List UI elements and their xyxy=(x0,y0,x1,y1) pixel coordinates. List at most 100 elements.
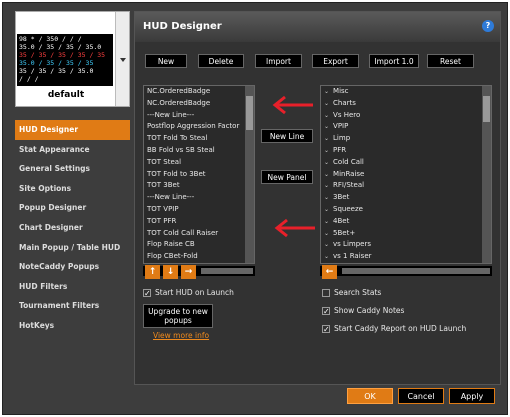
reset-button[interactable]: Reset xyxy=(427,54,474,68)
checkmark-icon: ✓ xyxy=(143,288,151,298)
chevron-down-icon[interactable]: ⌄ xyxy=(324,123,329,130)
list-item[interactable]: ---New Line--- xyxy=(144,110,254,122)
profile-selector[interactable]: 98 * / 350 / / /35.0 / 35 / 35 / 35.0 35 … xyxy=(15,11,130,107)
preview-line: 35 / 35 / 35 / 35 / 35 xyxy=(19,51,106,59)
list-item[interactable]: Postflop Aggression Factor xyxy=(144,121,254,133)
chevron-down-icon[interactable]: ⌄ xyxy=(324,147,329,154)
chevron-down-icon[interactable]: ⌄ xyxy=(324,230,329,237)
chevron-down-icon[interactable]: ⌄ xyxy=(324,100,329,107)
sidebar-item-hotkeys[interactable]: HotKeys xyxy=(15,316,130,336)
left-list-scrollbar[interactable] xyxy=(245,86,254,263)
sidebar-item-hud-designer[interactable]: HUD Designer xyxy=(15,120,130,140)
list-item[interactable]: Flop Raise CB xyxy=(144,239,254,251)
chevron-down-icon[interactable]: ⌄ xyxy=(324,112,329,119)
right-list-scrollbar[interactable] xyxy=(482,86,491,263)
upgrade-popups-button[interactable]: Upgrade to new popups xyxy=(143,304,213,328)
tree-item[interactable]: ⌄ PFR xyxy=(321,145,491,157)
chevron-down-icon[interactable]: ⌄ xyxy=(324,253,329,260)
help-icon[interactable]: ? xyxy=(482,20,494,32)
preview-line: 35.0 / 35 / 35 / 35.0 xyxy=(19,43,102,51)
start-hud-checkbox[interactable]: ✓ Start HUD on Launch xyxy=(143,288,234,297)
list-item[interactable]: TOT Cold Call Raiser xyxy=(144,228,254,240)
chevron-down-icon[interactable]: ⌄ xyxy=(324,206,329,213)
import-button[interactable]: Import xyxy=(255,54,302,68)
delete-button[interactable]: Delete xyxy=(198,54,244,68)
list-item[interactable]: TOT 3Bet xyxy=(144,180,254,192)
tree-item[interactable]: ⌄ Charts xyxy=(321,98,491,110)
list-item[interactable]: TOT PFR xyxy=(144,216,254,228)
move-up-icon[interactable]: ↑ xyxy=(145,265,160,279)
sidebar-item-popup-designer[interactable]: Popup Designer xyxy=(15,198,130,218)
chevron-down-icon[interactable]: ⌄ xyxy=(324,218,329,225)
chevron-down-icon[interactable]: ⌄ xyxy=(324,194,329,201)
tree-item[interactable]: ⌄ vs 1 Raiser xyxy=(321,251,491,263)
list-item[interactable]: BB Fold vs SB Steal xyxy=(144,145,254,157)
tree-item[interactable]: ⌄ 4Bet xyxy=(321,216,491,228)
start-caddy-report-checkbox[interactable]: ✓ Start Caddy Report on HUD Launch xyxy=(322,324,466,333)
chevron-down-icon[interactable]: ⌄ xyxy=(324,182,329,189)
chevron-down-icon[interactable]: ⌄ xyxy=(324,135,329,142)
chevron-down-icon[interactable]: ⌄ xyxy=(324,171,329,178)
hud-stats-list[interactable]: NC.OrderedBadge NC.OrderedBadge ---New Lin… xyxy=(143,85,255,264)
chevron-down-icon[interactable]: ⌄ xyxy=(324,159,329,166)
preview-line: / / / xyxy=(19,75,39,83)
sidebar-item-site-options[interactable]: Site Options xyxy=(15,179,130,199)
view-more-info-link[interactable]: View more info xyxy=(153,331,209,340)
apply-button[interactable]: Apply xyxy=(449,388,495,404)
chevron-down-icon[interactable]: ⌄ xyxy=(324,88,329,95)
tree-item[interactable]: ⌄ Cold Call xyxy=(321,157,491,169)
tree-item[interactable]: ⌄ RFI/Steal xyxy=(321,180,491,192)
list-item[interactable]: TOT VPIP xyxy=(144,204,254,216)
sidebar-item-general-settings[interactable]: General Settings xyxy=(15,159,130,179)
ok-button[interactable]: OK xyxy=(347,388,393,404)
panel-header: HUD Designer ? xyxy=(135,12,500,42)
right-list-hscrollbar[interactable] xyxy=(320,266,492,276)
list-item[interactable]: TOT Fold to 3Bet xyxy=(144,169,254,181)
tree-item[interactable]: ⌄ vs Limpers xyxy=(321,239,491,251)
checkmark-icon: ✓ xyxy=(322,306,330,316)
profile-dropdown-arrow-icon[interactable] xyxy=(115,12,129,106)
list-item[interactable]: TOT Steal xyxy=(144,157,254,169)
hud-preview: 98 * / 350 / / /35.0 / 35 / 35 / 35.0 35 … xyxy=(17,34,113,86)
sidebar-nav: HUD Designer Stat Appearance General Setti… xyxy=(15,120,130,336)
import-1-0-button[interactable]: Import 1.0 xyxy=(369,54,419,68)
search-stats-checkbox[interactable]: Search Stats xyxy=(322,288,381,297)
list-item[interactable]: NC.OrderedBadge xyxy=(144,98,254,110)
sidebar-item-hud-filters[interactable]: HUD Filters xyxy=(15,277,130,297)
hud-designer-panel: HUD Designer ? New Delete Import Export … xyxy=(134,11,501,385)
stat-categories-tree[interactable]: ⌄ Misc ⌄ Charts ⌄ Vs Hero ⌄ VPIP ⌄ Limp ⌄ PFR ⌄ Cold … xyxy=(320,85,492,264)
sidebar-item-stat-appearance[interactable]: Stat Appearance xyxy=(15,140,130,160)
page-title: HUD Designer xyxy=(143,21,222,32)
show-caddy-notes-checkbox[interactable]: ✓ Show Caddy Notes xyxy=(322,306,404,315)
tree-item[interactable]: ⌄ Squeeze xyxy=(321,204,491,216)
sidebar-item-main-popup-table-hud[interactable]: Main Popup / Table HUD xyxy=(15,238,130,258)
list-item[interactable]: NC.OrderedBadge xyxy=(144,86,254,98)
new-button[interactable]: New xyxy=(145,54,187,68)
tree-item[interactable]: ⌄ 3Bet xyxy=(321,192,491,204)
tree-item[interactable]: ⌄ Vs Hero xyxy=(321,110,491,122)
tree-item[interactable]: ⌄vs Steal xyxy=(321,263,491,264)
new-panel-button[interactable]: New Panel xyxy=(261,170,313,184)
sidebar-item-notecaddy-popups[interactable]: NoteCaddy Popups xyxy=(15,257,130,277)
move-left-icon[interactable]: ← xyxy=(322,265,337,279)
chevron-down-icon[interactable]: ⌄ xyxy=(324,241,329,248)
sidebar-item-chart-designer[interactable]: Chart Designer xyxy=(15,218,130,238)
tree-item[interactable]: ⌄ Misc xyxy=(321,86,491,98)
tree-item[interactable]: ⌄ 5Bet+ xyxy=(321,228,491,240)
export-button[interactable]: Export xyxy=(312,54,359,68)
list-item[interactable]: Flop CBet-Fold xyxy=(144,251,254,263)
sidebar-item-tournament-filters[interactable]: Tournament Filters xyxy=(15,296,130,316)
tree-item[interactable]: ⌄ MinRaise xyxy=(321,169,491,181)
cancel-button[interactable]: Cancel xyxy=(398,388,444,404)
list-item[interactable]: TOT Fold To Steal xyxy=(144,133,254,145)
new-line-button[interactable]: New Line xyxy=(261,129,313,143)
list-item[interactable]: ---New Line--- xyxy=(144,192,254,204)
preview-line: 98 * / 350 / / / xyxy=(19,35,82,43)
profile-name: default xyxy=(47,90,85,100)
tree-item[interactable]: ⌄ VPIP xyxy=(321,121,491,133)
tree-item[interactable]: ⌄ Limp xyxy=(321,133,491,145)
move-right-icon[interactable]: → xyxy=(181,265,196,279)
red-arrow-icon xyxy=(274,218,315,238)
move-down-icon[interactable]: ↓ xyxy=(163,265,178,279)
checkmark-icon: ✓ xyxy=(322,324,330,334)
